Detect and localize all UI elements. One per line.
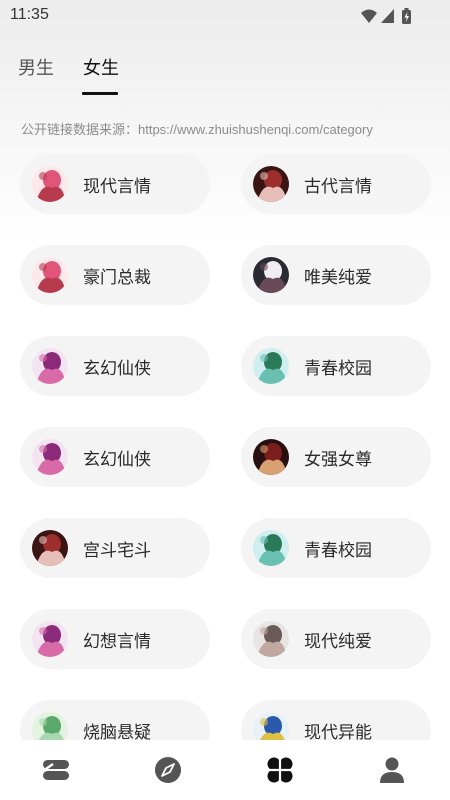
- book-cover-thumbnail: [32, 257, 68, 293]
- nav-item-discover[interactable]: [112, 740, 224, 800]
- category-label: 现代纯爱: [304, 631, 372, 652]
- battery-icon: [402, 8, 411, 24]
- category-label: 玄幻仙侠: [83, 358, 151, 379]
- category-item[interactable]: 现代纯爱: [241, 609, 431, 669]
- book-cover-thumbnail: [253, 257, 289, 293]
- clover-icon: [267, 757, 293, 783]
- category-label: 女强女尊: [304, 449, 372, 470]
- status-icons: [361, 8, 411, 24]
- category-label: 青春校园: [304, 540, 372, 561]
- category-item[interactable]: 古代言情: [241, 154, 431, 214]
- book-cover-thumbnail: [32, 712, 68, 740]
- category-label: 豪门总裁: [83, 267, 151, 288]
- tab-female[interactable]: 女生: [83, 54, 119, 80]
- book-cover-thumbnail: [253, 439, 289, 475]
- category-label: 古代言情: [304, 176, 372, 197]
- stack-icon: [42, 760, 69, 780]
- gender-tabs: 男生 女生: [0, 40, 450, 96]
- category-label: 现代言情: [83, 176, 151, 197]
- compass-icon: [155, 757, 181, 783]
- bottom-navigation: [0, 740, 450, 800]
- category-item[interactable]: 豪门总裁: [20, 245, 210, 305]
- category-item[interactable]: 现代言情: [20, 154, 210, 214]
- category-item[interactable]: 玄幻仙侠: [20, 336, 210, 396]
- category-label: 现代异能: [304, 722, 372, 741]
- book-cover-thumbnail: [32, 621, 68, 657]
- category-item[interactable]: 唯美纯爱: [241, 245, 431, 305]
- category-item[interactable]: 现代异能: [241, 700, 431, 740]
- nav-item-profile[interactable]: [336, 740, 448, 800]
- book-cover-thumbnail: [32, 530, 68, 566]
- category-label: 玄幻仙侠: [83, 449, 151, 470]
- status-time: 11:35: [10, 6, 49, 23]
- book-cover-thumbnail: [253, 166, 289, 202]
- profile-icon: [380, 757, 404, 783]
- book-cover-thumbnail: [253, 530, 289, 566]
- category-item[interactable]: 青春校园: [241, 336, 431, 396]
- category-item[interactable]: 宫斗宅斗: [20, 518, 210, 578]
- category-label: 青春校园: [304, 358, 372, 379]
- category-item[interactable]: 女强女尊: [241, 427, 431, 487]
- active-tab-indicator: [82, 92, 118, 95]
- nav-item-category[interactable]: [224, 740, 336, 800]
- book-cover-thumbnail: [253, 621, 289, 657]
- category-label: 幻想言情: [83, 631, 151, 652]
- status-bar: 11:35: [0, 0, 450, 32]
- book-cover-thumbnail: [253, 712, 289, 740]
- category-item[interactable]: 玄幻仙侠: [20, 427, 210, 487]
- book-cover-thumbnail: [253, 348, 289, 384]
- book-cover-thumbnail: [32, 439, 68, 475]
- tab-male[interactable]: 男生: [18, 54, 54, 80]
- category-item[interactable]: 烧脑悬疑: [20, 700, 210, 740]
- data-source-note: 公开链接数据来源：https://www.zhuishushenqi.com/c…: [21, 122, 373, 137]
- book-cover-thumbnail: [32, 348, 68, 384]
- category-item[interactable]: 幻想言情: [20, 609, 210, 669]
- category-label: 烧脑悬疑: [83, 722, 151, 741]
- book-cover-thumbnail: [32, 166, 68, 202]
- nav-item-bookshelf[interactable]: [0, 740, 112, 800]
- category-label: 宫斗宅斗: [83, 540, 151, 561]
- category-label: 唯美纯爱: [304, 267, 372, 288]
- cellular-signal-icon: [381, 9, 394, 23]
- wifi-icon: [361, 9, 377, 23]
- category-grid: 现代言情 古代言情 豪门总裁 唯美纯爱 玄幻仙侠 青春校园 玄幻仙侠 女强女尊 宫斗宅斗 青春校园…: [0, 154, 450, 740]
- category-item[interactable]: 青春校园: [241, 518, 431, 578]
